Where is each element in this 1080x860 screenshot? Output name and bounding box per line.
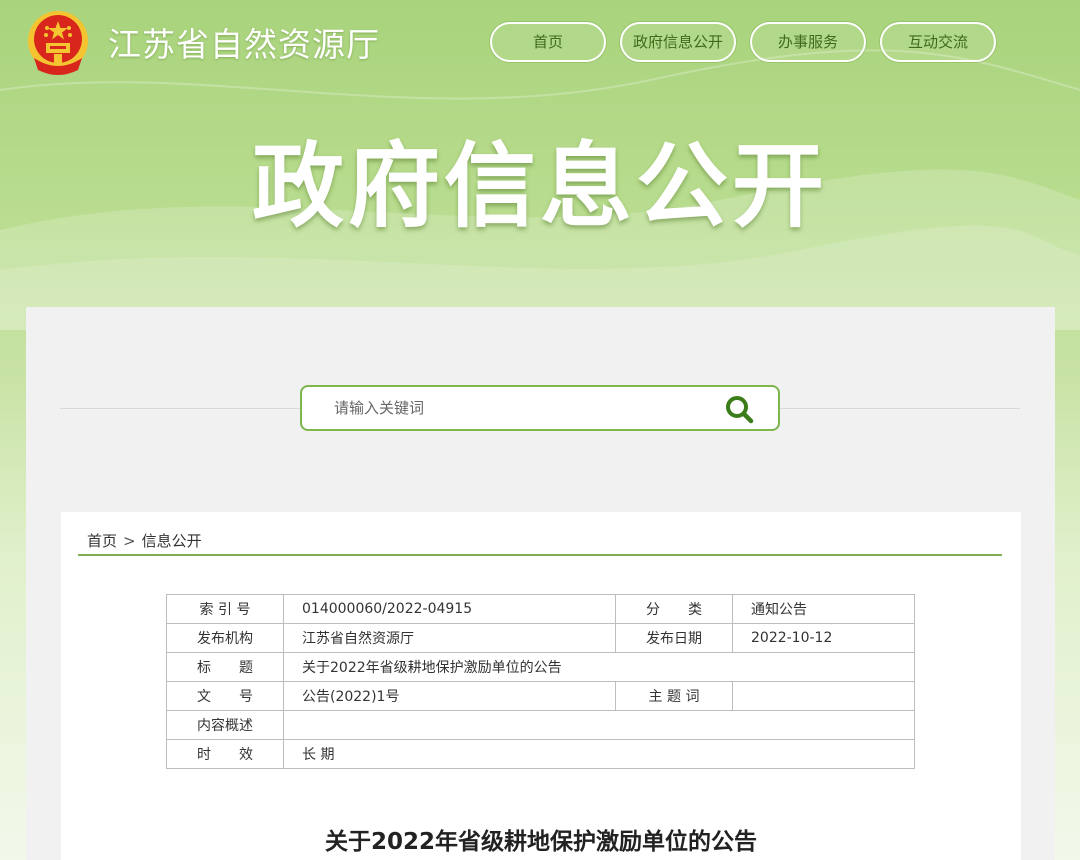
search-divider-right <box>780 408 1020 409</box>
table-row: 标 题 关于2022年省级耕地保护激励单位的公告 <box>166 652 915 682</box>
breadcrumb-current[interactable]: 信息公开 <box>142 530 202 551</box>
index-label: 索 引 号 <box>166 594 284 624</box>
nav-home-button[interactable]: 首页 <box>490 22 606 62</box>
nav-interaction-button[interactable]: 互动交流 <box>880 22 996 62</box>
nav-services-button[interactable]: 办事服务 <box>750 22 866 62</box>
site-title[interactable]: 江苏省自然资源厅 <box>108 18 380 66</box>
publisher-value: 江苏省自然资源厅 <box>283 623 616 653</box>
table-row: 索 引 号 014000060/2022-04915 分 类 通知公告 <box>166 594 915 624</box>
date-value: 2022-10-12 <box>732 623 915 653</box>
title-value: 关于2022年省级耕地保护激励单位的公告 <box>283 652 915 682</box>
index-value: 014000060/2022-04915 <box>283 594 616 624</box>
summary-value <box>283 710 915 740</box>
validity-value: 长 期 <box>283 739 915 769</box>
document-heading: 关于2022年省级耕地保护激励单位的公告 <box>324 829 757 855</box>
title-label: 标 题 <box>166 652 284 682</box>
breadcrumb-rule <box>78 554 1002 556</box>
keywords-label: 主 题 词 <box>615 681 733 711</box>
table-row: 发布机构 江苏省自然资源厅 发布日期 2022-10-12 <box>166 623 915 653</box>
nav-gov-info-button[interactable]: 政府信息公开 <box>620 22 736 62</box>
summary-label: 内容概述 <box>166 710 284 740</box>
breadcrumb-home-link[interactable]: 首页 <box>87 530 117 551</box>
banner-title: 政府信息公开 <box>251 133 828 240</box>
table-row: 内容概述 <box>166 710 915 740</box>
publisher-label: 发布机构 <box>166 623 284 653</box>
validity-label: 时 效 <box>166 739 284 769</box>
national-emblem-icon <box>24 8 92 78</box>
content-area: 首页 > 信息公开 索 引 号 014000060/2022-04915 分 类 通… <box>61 512 1021 860</box>
search-box <box>300 385 780 431</box>
date-label: 发布日期 <box>615 623 733 653</box>
document-meta-table: 索 引 号 014000060/2022-04915 分 类 通知公告 发布机构… <box>166 594 915 769</box>
docno-label: 文 号 <box>166 681 284 711</box>
table-row: 时 效 长 期 <box>166 739 915 769</box>
keywords-value <box>732 681 915 711</box>
breadcrumb: 首页 > 信息公开 <box>87 530 202 551</box>
main-panel: 首页 > 信息公开 索 引 号 014000060/2022-04915 分 类 通… <box>26 307 1055 860</box>
search-input[interactable] <box>334 397 694 419</box>
search-divider-left <box>60 408 300 409</box>
table-row: 文 号 公告(2022)1号 主 题 词 <box>166 681 915 711</box>
category-label: 分 类 <box>615 594 733 624</box>
category-value: 通知公告 <box>732 594 915 624</box>
search-icon[interactable] <box>722 393 756 425</box>
breadcrumb-separator: > <box>123 532 136 550</box>
docno-value: 公告(2022)1号 <box>283 681 616 711</box>
